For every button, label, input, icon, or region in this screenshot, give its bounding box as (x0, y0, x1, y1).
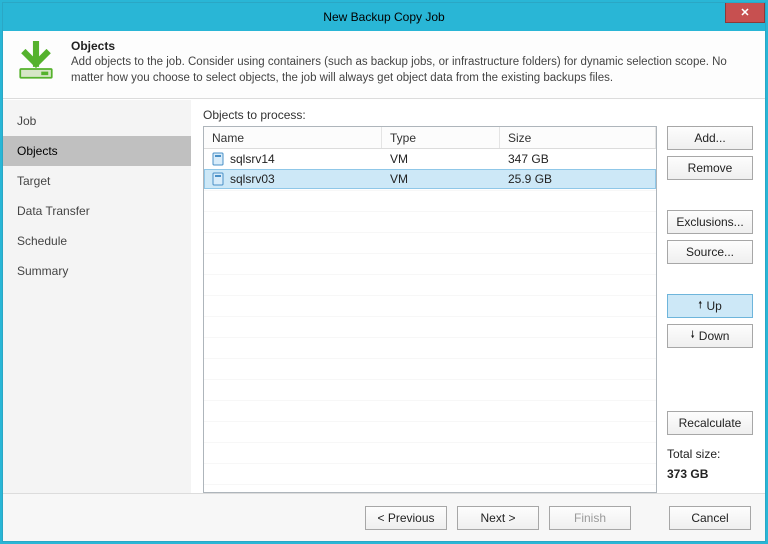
total-size-value: 373 GB (667, 467, 753, 481)
nav-item-summary[interactable]: Summary (3, 256, 191, 286)
finish-button[interactable]: Finish (549, 506, 631, 530)
side-buttons: Add... Remove Exclusions... Source... 🠕 … (667, 108, 753, 493)
wizard-nav: Job Objects Target Data Transfer Schedul… (3, 100, 191, 493)
cell-name-text: sqlsrv03 (230, 172, 275, 186)
up-button-label: Up (706, 299, 721, 313)
cell-type: VM (382, 152, 500, 166)
cell-name: sqlsrv03 (204, 172, 382, 186)
cell-type: VM (382, 172, 500, 186)
column-header-name[interactable]: Name (204, 127, 382, 148)
cell-size: 347 GB (500, 152, 656, 166)
wizard-step-description: Add objects to the job. Consider using c… (71, 55, 753, 86)
up-button[interactable]: 🠕 Up (667, 294, 753, 318)
spacer (667, 186, 753, 204)
objects-label: Objects to process: (203, 108, 657, 122)
next-button[interactable]: Next > (457, 506, 539, 530)
titlebar: New Backup Copy Job ✕ (3, 3, 765, 31)
objects-grid: Name Type Size sqlsrv14 VM (203, 126, 657, 493)
main-panel: Objects to process: Name Type Size (191, 100, 765, 493)
wizard-header-text: Objects Add objects to the job. Consider… (71, 39, 753, 86)
vm-icon (212, 152, 224, 166)
wizard-step-title: Objects (71, 39, 753, 53)
column-header-size[interactable]: Size (500, 127, 656, 148)
grid-header: Name Type Size (204, 127, 656, 149)
down-button-label: Down (699, 329, 730, 343)
nav-item-objects[interactable]: Objects (3, 136, 191, 166)
wizard-body: Job Objects Target Data Transfer Schedul… (3, 99, 765, 493)
wizard-footer: < Previous Next > Finish Cancel (3, 493, 765, 541)
remove-button[interactable]: Remove (667, 156, 753, 180)
center-column: Objects to process: Name Type Size (203, 108, 657, 493)
spacer (667, 270, 753, 288)
cell-name-text: sqlsrv14 (230, 152, 275, 166)
table-row[interactable]: sqlsrv03 VM 25.9 GB (204, 169, 656, 189)
spacer (667, 354, 753, 405)
spacer (667, 487, 753, 493)
close-button[interactable]: ✕ (725, 3, 765, 23)
dialog-window: New Backup Copy Job ✕ Objects Add object… (2, 2, 766, 542)
vm-icon (212, 172, 224, 186)
down-button[interactable]: 🠗 Down (667, 324, 753, 348)
arrow-up-icon: 🠕 (698, 298, 702, 315)
table-row[interactable]: sqlsrv14 VM 347 GB (204, 149, 656, 169)
nav-item-job[interactable]: Job (3, 106, 191, 136)
nav-item-schedule[interactable]: Schedule (3, 226, 191, 256)
exclusions-button[interactable]: Exclusions... (667, 210, 753, 234)
add-button[interactable]: Add... (667, 126, 753, 150)
recalculate-button[interactable]: Recalculate (667, 411, 753, 435)
close-icon: ✕ (740, 6, 749, 19)
objects-icon (15, 41, 57, 83)
total-size-label: Total size: (667, 447, 753, 461)
cancel-button[interactable]: Cancel (669, 506, 751, 530)
nav-item-target[interactable]: Target (3, 166, 191, 196)
window-title: New Backup Copy Job (323, 10, 444, 24)
grid-rows: sqlsrv14 VM 347 GB sqlsrv03 VM (204, 149, 656, 189)
previous-button[interactable]: < Previous (365, 506, 447, 530)
arrow-down-icon: 🠗 (691, 328, 695, 345)
column-header-type[interactable]: Type (382, 127, 500, 148)
source-button[interactable]: Source... (667, 240, 753, 264)
cell-size: 25.9 GB (500, 172, 656, 186)
nav-item-data-transfer[interactable]: Data Transfer (3, 196, 191, 226)
grid-body: sqlsrv14 VM 347 GB sqlsrv03 VM (204, 149, 656, 492)
cell-name: sqlsrv14 (204, 152, 382, 166)
wizard-header: Objects Add objects to the job. Consider… (3, 31, 765, 99)
grid-stripes (204, 149, 656, 492)
